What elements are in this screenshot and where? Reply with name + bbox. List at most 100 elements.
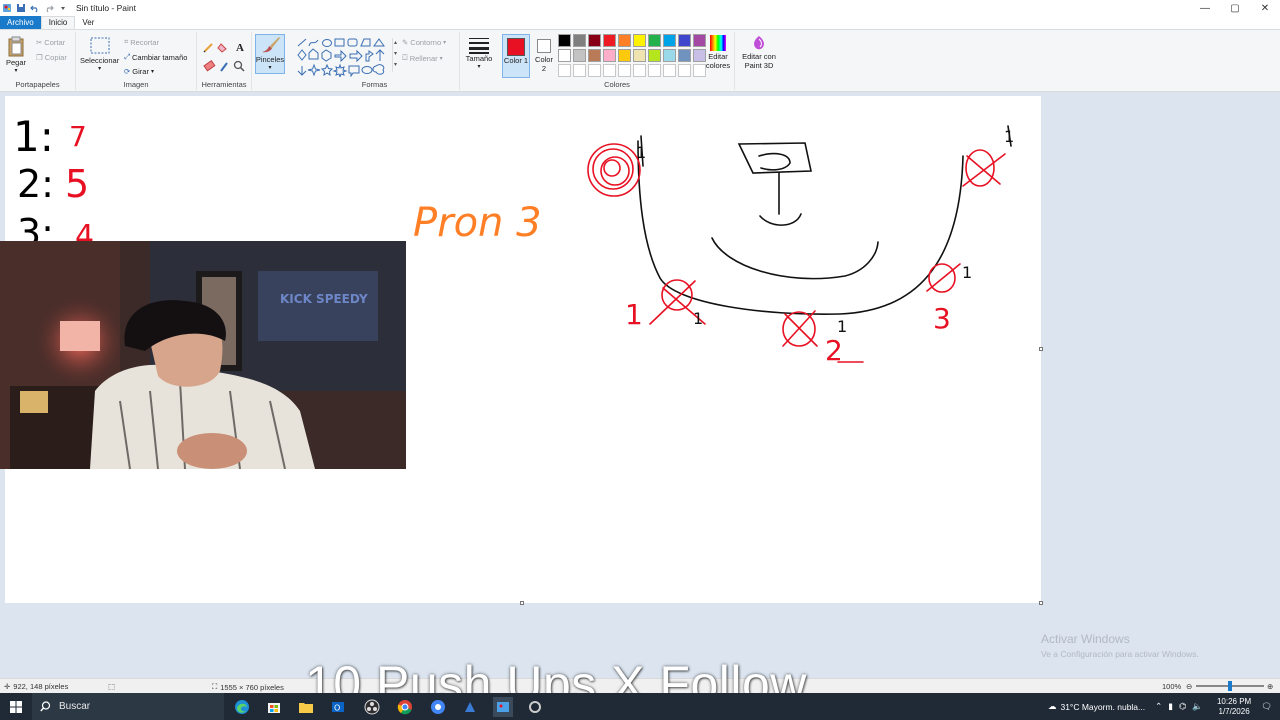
rotate-button[interactable]: ⟳ Girar ▾ xyxy=(124,67,154,76)
clock-time: 10:26 PM xyxy=(1216,696,1252,706)
position-label-3: 3 xyxy=(933,302,951,335)
zoom-out-button[interactable]: ⊖ xyxy=(1186,682,1192,691)
palette-swatch[interactable] xyxy=(633,49,646,62)
size-button[interactable]: Tamaño ▾ xyxy=(464,36,494,72)
tab-inicio[interactable]: Inicio xyxy=(40,16,76,29)
outlook-icon[interactable]: O xyxy=(328,697,348,717)
start-button[interactable] xyxy=(0,693,32,720)
palette-swatch[interactable] xyxy=(573,34,586,47)
custom-color-slot[interactable] xyxy=(588,64,601,77)
palette-swatch[interactable] xyxy=(588,49,601,62)
palette-swatch[interactable] xyxy=(648,49,661,62)
clock-date: 1/7/2026 xyxy=(1218,706,1250,716)
palette-swatch[interactable] xyxy=(648,34,661,47)
battery-icon[interactable]: ▮ xyxy=(1168,701,1173,712)
settings-taskbar-icon[interactable] xyxy=(525,697,545,717)
network-icon[interactable]: ⌬ xyxy=(1179,701,1186,712)
custom-color-slot[interactable] xyxy=(678,64,691,77)
palette-swatch[interactable] xyxy=(663,34,676,47)
zoom-slider-thumb[interactable] xyxy=(1228,681,1232,691)
chrome-icon[interactable] xyxy=(395,697,415,717)
palette-swatch[interactable] xyxy=(678,49,691,62)
palette-swatch[interactable] xyxy=(618,49,631,62)
palette-swatch[interactable] xyxy=(633,34,646,47)
tick-label-3: 1 xyxy=(962,263,972,282)
brushes-button[interactable]: Pinceles ▾ xyxy=(255,34,285,74)
undo-icon[interactable] xyxy=(30,3,40,13)
palette-swatch[interactable] xyxy=(603,49,616,62)
customize-quick-access-icon[interactable] xyxy=(58,3,68,13)
canvas-resize-handle-right[interactable] xyxy=(1039,347,1043,351)
paste-button[interactable]: Pegar ▾ xyxy=(6,36,26,76)
palette-swatch[interactable] xyxy=(588,34,601,47)
redo-icon[interactable] xyxy=(44,3,54,13)
paint-taskbar-icon[interactable] xyxy=(493,697,513,717)
custom-color-slot[interactable] xyxy=(603,64,616,77)
clipboard-group: Pegar ▾ ✂ Cortar ❐ Copiar Portapapeles xyxy=(0,32,76,90)
custom-color-slot[interactable] xyxy=(633,64,646,77)
cut-button[interactable]: ✂ Cortar xyxy=(36,38,65,47)
chrome-profile-icon[interactable] xyxy=(428,697,448,717)
color2-swatch xyxy=(537,39,551,53)
minimize-button[interactable]: — xyxy=(1190,0,1220,16)
custom-color-slot[interactable] xyxy=(573,64,586,77)
resize-icon: ⤢ xyxy=(124,52,130,61)
tools-group: A Herramientas xyxy=(197,32,252,90)
fill-button[interactable]: ⛋ Rellenar ▾ xyxy=(402,53,443,63)
tray-chevron-icon[interactable]: ⌃ xyxy=(1155,701,1162,712)
select-button[interactable]: Seleccionar ▾ xyxy=(80,36,119,74)
zoom-in-button[interactable]: ⊕ xyxy=(1267,682,1273,691)
shapes-group: ▴ ▾ ▾ ✎ Contorno ▾ ⛋ Rellenar ▾ Formas xyxy=(290,32,460,90)
shapes-gallery[interactable] xyxy=(296,37,394,77)
palette-swatch[interactable] xyxy=(663,49,676,62)
palette-swatch[interactable] xyxy=(558,49,571,62)
close-button[interactable]: ✕ xyxy=(1250,0,1280,16)
palette-swatch[interactable] xyxy=(618,34,631,47)
palette-swatch[interactable] xyxy=(678,34,691,47)
file-explorer-icon[interactable] xyxy=(296,697,316,717)
clock[interactable]: 10:26 PM 1/7/2026 xyxy=(1217,697,1251,717)
color2-button[interactable]: Color 2 xyxy=(532,37,556,73)
custom-color-slot[interactable] xyxy=(618,64,631,77)
palette-swatch[interactable] xyxy=(603,34,616,47)
outline-button[interactable]: ✎ Contorno ▾ xyxy=(402,38,446,47)
taskbar-search[interactable]: Buscar xyxy=(32,693,224,720)
obs-icon[interactable] xyxy=(362,697,382,717)
palette-swatch[interactable] xyxy=(558,34,571,47)
tick-labels: 1 1 1 1 1 xyxy=(636,127,1014,336)
weather-icon[interactable]: ☁ xyxy=(1048,701,1057,712)
line-size-icon xyxy=(469,38,489,54)
edit-colors-button[interactable]: Editar colores xyxy=(703,34,733,70)
crop-button[interactable]: ⌗ Recortar xyxy=(124,37,159,47)
maximize-button[interactable]: ▢ xyxy=(1220,0,1250,16)
edge-icon[interactable] xyxy=(232,697,252,717)
copy-button[interactable]: ❐ Copiar xyxy=(36,53,67,62)
custom-color-slot[interactable] xyxy=(558,64,571,77)
search-placeholder: Buscar xyxy=(59,701,91,712)
quick-access-toolbar xyxy=(0,3,68,13)
store-icon[interactable] xyxy=(264,697,284,717)
custom-color-slot[interactable] xyxy=(663,64,676,77)
list-line-1: 1: 7 xyxy=(13,112,87,161)
image-size-icon: ⛶ xyxy=(212,682,218,691)
notifications-icon[interactable]: 🗨 xyxy=(1261,701,1272,712)
tab-ver[interactable]: Ver xyxy=(75,16,101,29)
volume-icon[interactable]: 🔈 xyxy=(1192,701,1203,712)
save-icon[interactable] xyxy=(16,3,26,13)
app-icon[interactable] xyxy=(460,697,480,717)
resize-button[interactable]: ⤢ Cambiar tamaño xyxy=(124,52,187,62)
shapes-scroll[interactable]: ▴ ▾ ▾ xyxy=(392,38,398,72)
selection-size: ⬚ xyxy=(108,682,115,691)
paint3d-button[interactable]: Editar con Paint 3D xyxy=(739,34,779,70)
color-palette xyxy=(558,34,706,77)
palette-swatch[interactable] xyxy=(573,49,586,62)
color1-button[interactable]: Color 1 xyxy=(502,34,530,78)
position-label-1: 1 xyxy=(625,298,643,331)
tab-archivo[interactable]: Archivo xyxy=(0,16,41,29)
tools-group-label: Herramientas xyxy=(201,80,247,89)
canvas-resize-handle-bottom[interactable] xyxy=(520,601,524,605)
weather-text[interactable]: 31°C Mayorm. nubla... xyxy=(1060,702,1145,712)
system-tray: ☁ 31°C Mayorm. nubla... ⌃ ▮ ⌬ 🔈 10:26 PM… xyxy=(1048,693,1280,720)
canvas-resize-handle-corner[interactable] xyxy=(1039,601,1043,605)
custom-color-slot[interactable] xyxy=(648,64,661,77)
